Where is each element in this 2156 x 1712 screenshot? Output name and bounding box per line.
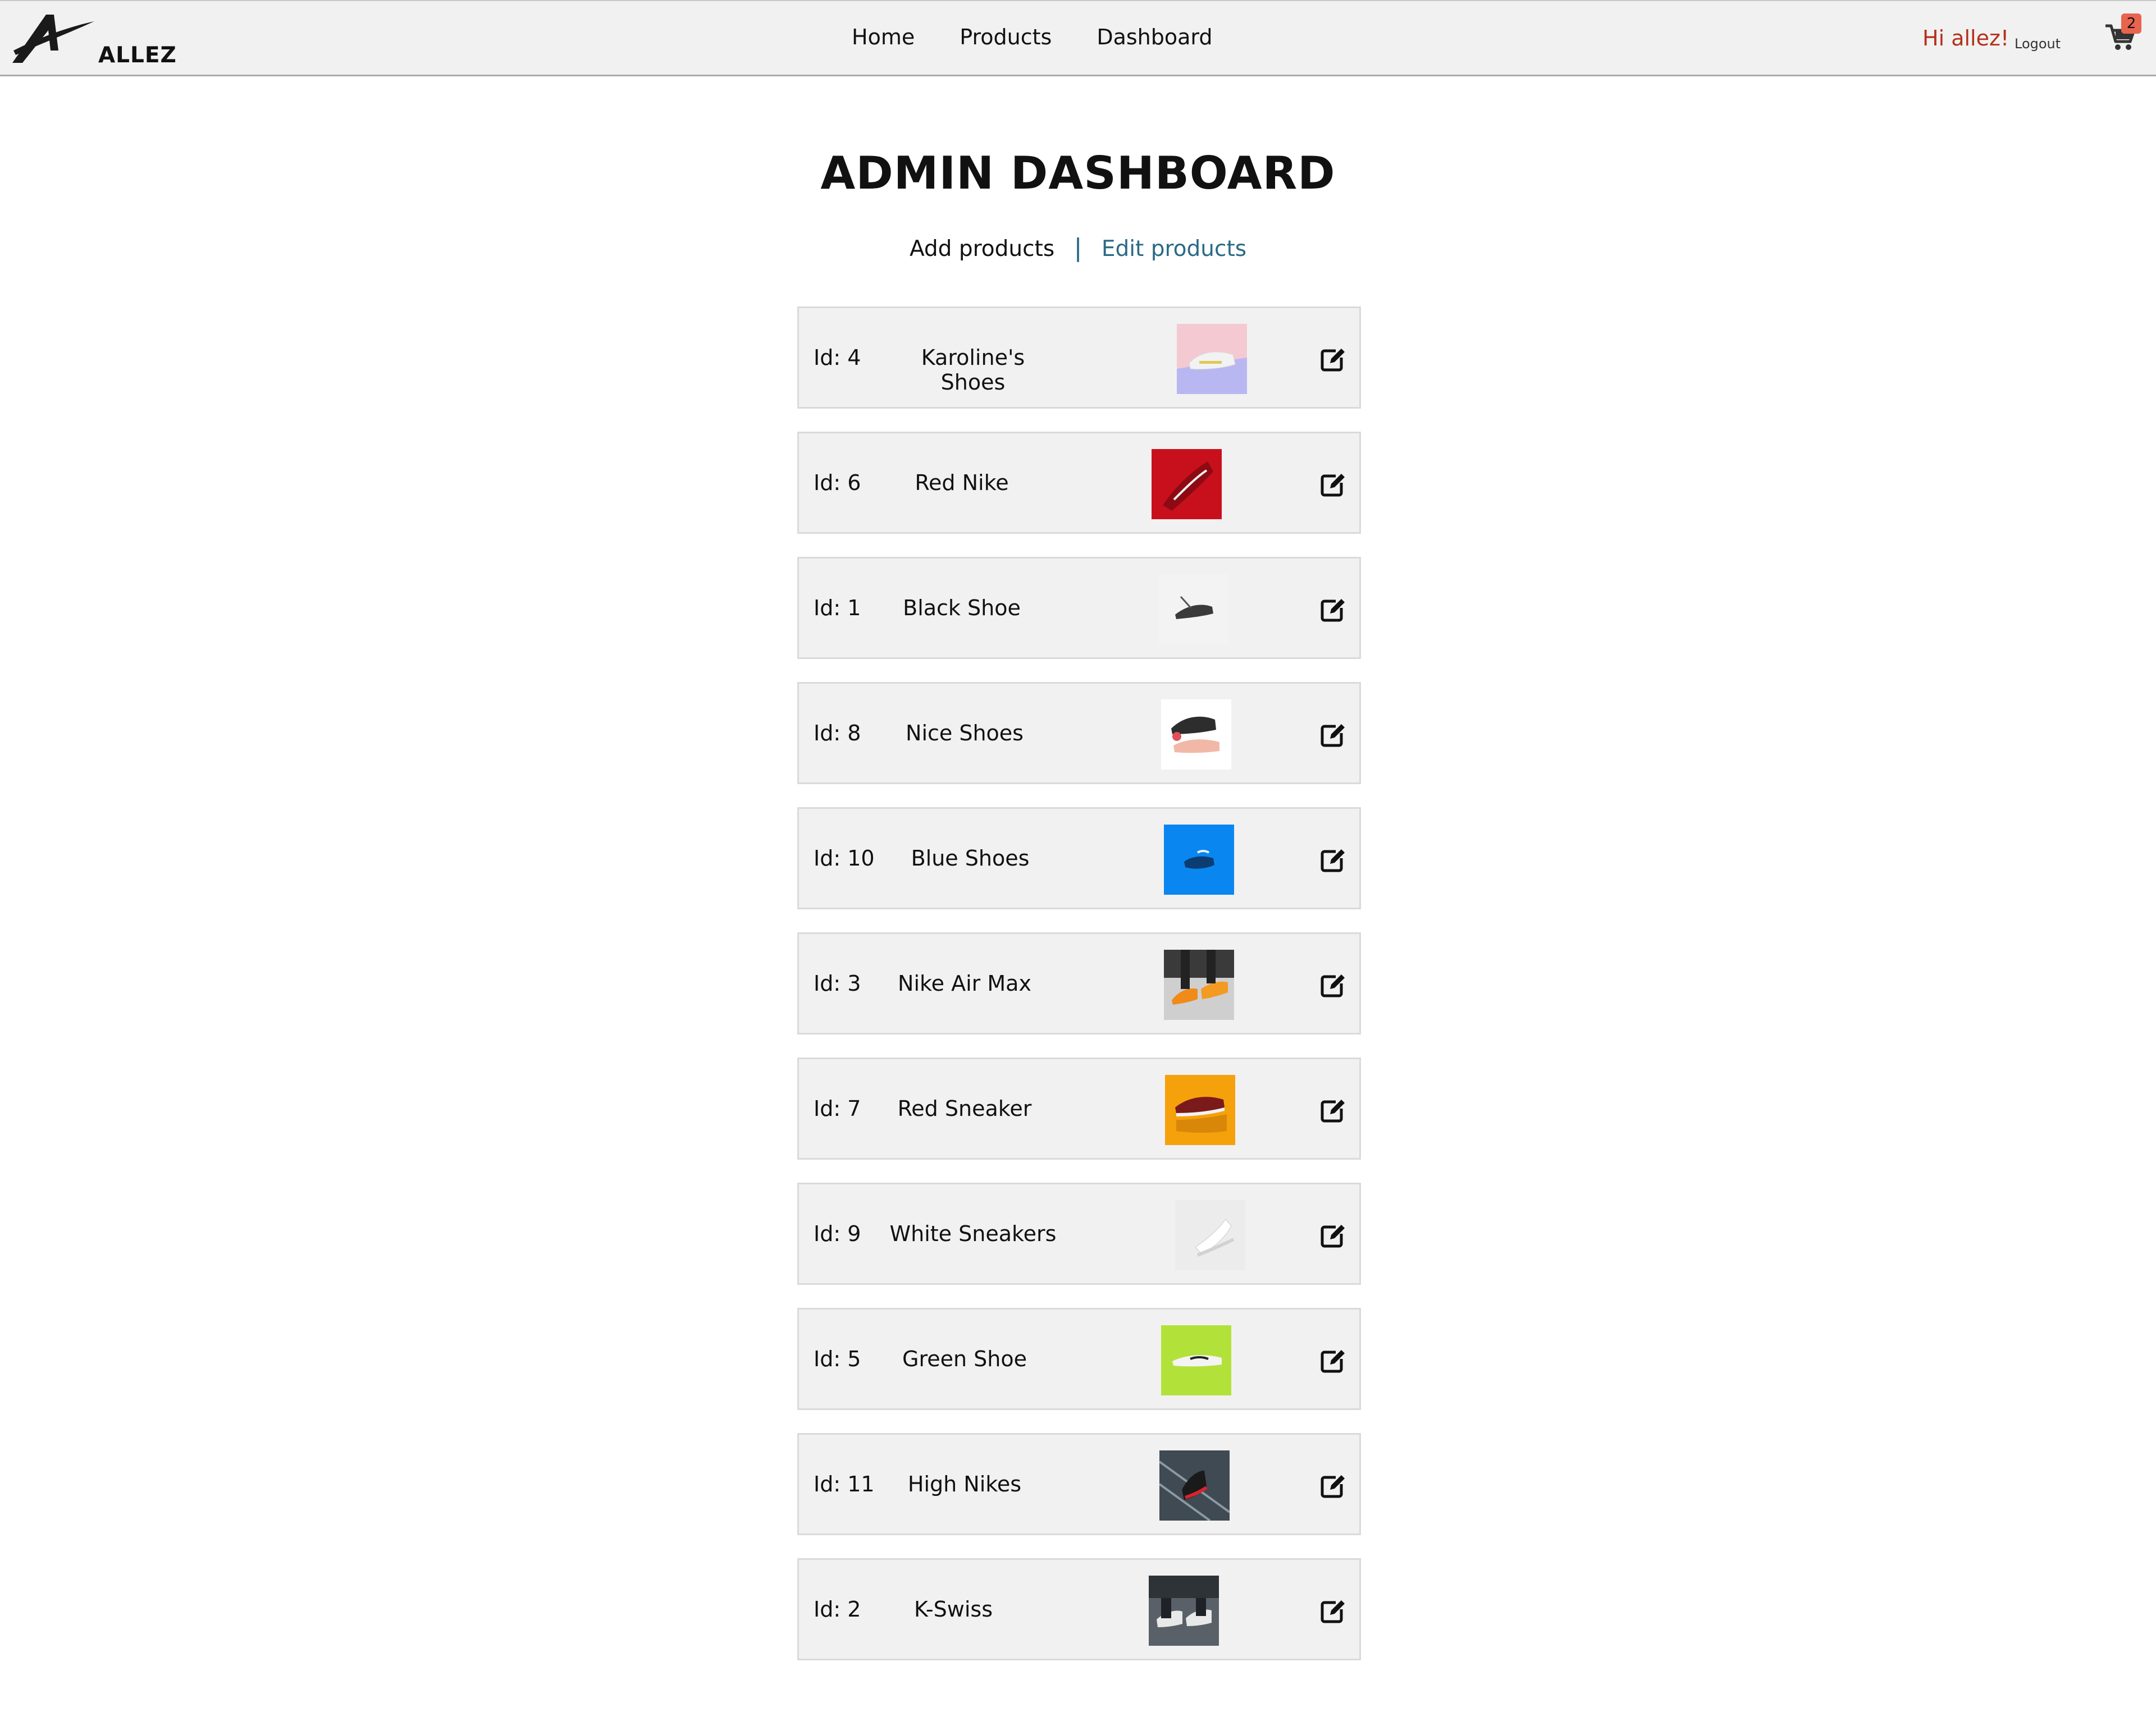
product-id: Id: 8 [814, 721, 861, 745]
page-title: ADMIN DASHBOARD [820, 147, 1336, 199]
product-thumbnail [1165, 1075, 1235, 1145]
product-name: White Sneakers [889, 1221, 1057, 1246]
logout-link[interactable]: Logout [2015, 36, 2061, 52]
product-thumbnail [1177, 324, 1247, 394]
product-name: Nike Air Max [898, 971, 1031, 996]
product-row: Id: 6 Red Nike [797, 432, 1361, 534]
product-thumbnail [1152, 449, 1222, 519]
subnav-separator: | [1074, 234, 1082, 262]
edit-icon[interactable] [1319, 346, 1346, 373]
edit-icon[interactable] [1319, 1097, 1346, 1124]
product-name: Green Shoe [902, 1347, 1027, 1371]
product-thumbnail [1164, 950, 1234, 1020]
user-greeting: Hi allez! [1922, 26, 2009, 51]
product-name: Karoline's Shoes [921, 345, 1025, 395]
edit-icon[interactable] [1319, 597, 1346, 624]
product-id: Id: 3 [814, 971, 861, 996]
product-row: Id: 10 Blue Shoes [797, 807, 1361, 909]
product-id: Id: 10 [814, 846, 875, 871]
product-row: Id: 2 K-Swiss [797, 1558, 1361, 1660]
product-id: Id: 6 [814, 470, 861, 495]
edit-icon[interactable] [1319, 847, 1346, 874]
dashboard-subnav: Add products | Edit products [0, 234, 2156, 262]
edit-icon[interactable] [1319, 1348, 1346, 1375]
product-id: Id: 7 [814, 1096, 861, 1121]
main-nav: Home Products Dashboard [852, 25, 1212, 49]
nav-dashboard[interactable]: Dashboard [1097, 25, 1212, 49]
product-name: Nice Shoes [906, 721, 1024, 745]
product-id: Id: 4 [814, 345, 861, 370]
product-thumbnail [1161, 1325, 1231, 1395]
product-thumbnail [1164, 825, 1234, 895]
product-row: Id: 8 Nice Shoes [797, 682, 1361, 784]
product-row: Id: 9 White Sneakers [797, 1183, 1361, 1285]
cart-button[interactable]: 2 [2104, 13, 2141, 56]
product-id: Id: 1 [814, 596, 861, 620]
nav-products[interactable]: Products [960, 25, 1052, 49]
product-row: Id: 3 Nike Air Max [797, 932, 1361, 1034]
product-row: Id: 11 High Nikes [797, 1433, 1361, 1535]
edit-icon[interactable] [1319, 1598, 1346, 1625]
brand-logo[interactable]: ALLEZ [11, 11, 177, 70]
product-row: Id: 7 Red Sneaker [797, 1058, 1361, 1160]
product-thumbnail [1149, 1576, 1219, 1646]
cart-count-badge: 2 [2121, 13, 2141, 34]
product-name: Red Sneaker [897, 1096, 1032, 1121]
edit-icon[interactable] [1319, 1223, 1346, 1249]
edit-icon[interactable] [1319, 722, 1346, 749]
product-id: Id: 2 [814, 1597, 861, 1622]
edit-icon[interactable] [1319, 1473, 1346, 1500]
product-thumbnail [1161, 699, 1231, 770]
product-row: Id: 4 Karoline's Shoes [797, 306, 1361, 409]
product-row: Id: 5 Green Shoe [797, 1308, 1361, 1410]
brand-name: ALLEZ [98, 43, 177, 68]
product-row: Id: 1 Black Shoe [797, 557, 1361, 659]
product-name: Red Nike [915, 470, 1009, 495]
edit-icon[interactable] [1319, 972, 1346, 999]
add-products-link[interactable]: Add products [910, 236, 1054, 262]
product-name: High Nikes [907, 1472, 1022, 1496]
product-thumbnail [1158, 574, 1228, 644]
product-name: Black Shoe [903, 596, 1021, 620]
edit-icon[interactable] [1319, 472, 1346, 498]
edit-products-link[interactable]: Edit products [1102, 236, 1246, 262]
product-name: K-Swiss [914, 1597, 993, 1622]
product-id: Id: 5 [814, 1347, 861, 1371]
product-list: Id: 4 Karoline's Shoes Id: 6 Red Nike Id… [797, 306, 1361, 1660]
product-name: Blue Shoes [911, 846, 1030, 871]
nav-home[interactable]: Home [852, 25, 915, 49]
product-id: Id: 9 [814, 1221, 861, 1246]
product-thumbnail [1159, 1450, 1230, 1521]
allez-logo-icon [12, 15, 94, 63]
product-id: Id: 11 [814, 1472, 875, 1496]
product-thumbnail [1175, 1200, 1245, 1270]
navbar: ALLEZ Home Products Dashboard Hi allez! … [0, 0, 2156, 76]
